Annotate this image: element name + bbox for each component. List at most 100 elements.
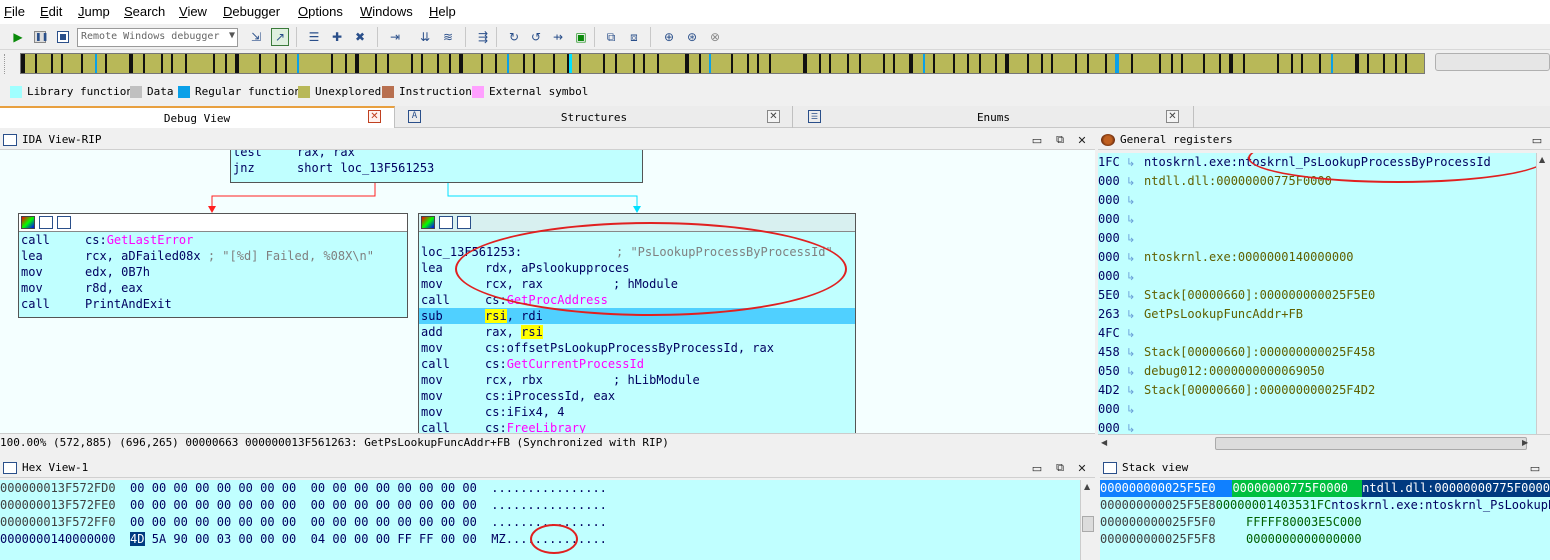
asm-function-ref[interactable]: GetCurrentProcessId bbox=[507, 357, 644, 371]
register-target[interactable]: Stack[00000660]:000000000025F4D2 bbox=[1144, 381, 1375, 400]
hex-view[interactable]: 000000013F572FD0 00 00 00 00 00 00 00 00… bbox=[0, 480, 1080, 560]
show-registers-icon[interactable]: ⧉ bbox=[602, 28, 620, 46]
hex-scrollbar[interactable]: ▲ bbox=[1080, 480, 1095, 560]
breakpoint-list-icon[interactable]: ☰ bbox=[305, 28, 323, 46]
ida-graph-view[interactable]: test rax, rax jnz short loc_13F561253 call… bbox=[0, 150, 1095, 433]
nav-scroll-track[interactable] bbox=[1435, 53, 1550, 71]
register-row[interactable]: 4D2 ↳ Stack[00000660]:000000000025F4D2 bbox=[1098, 381, 1536, 400]
minimize-icon[interactable]: ▭ bbox=[1528, 461, 1542, 475]
instruction-trace-icon[interactable]: ↺ bbox=[527, 28, 545, 46]
asm-line[interactable]: jnz short loc_13F561253 bbox=[231, 160, 642, 176]
follow-arrow-icon[interactable]: ↳ bbox=[1126, 305, 1144, 324]
follow-arrow-icon[interactable]: ↳ bbox=[1126, 153, 1144, 172]
stack-row[interactable]: 000000000025F5E0 00000000775F0000 ntdll.dl… bbox=[1100, 480, 1550, 497]
edit-node-icon[interactable] bbox=[39, 216, 53, 229]
asm-line[interactable]: mov edx, 0B7h bbox=[19, 264, 407, 280]
register-row[interactable]: 000 ↳ bbox=[1098, 191, 1536, 210]
close-icon[interactable]: ✕ bbox=[767, 110, 780, 123]
step-over-icon[interactable]: ⇊ bbox=[416, 28, 434, 46]
show-stack-icon[interactable]: ⧈ bbox=[625, 28, 643, 46]
minimize-icon[interactable]: ▭ bbox=[1530, 133, 1544, 147]
stack-view[interactable]: 000000000025F5E0 00000000775F0000 ntdll.dl… bbox=[1100, 480, 1550, 560]
menu-help[interactable]: Help bbox=[429, 4, 456, 19]
asm-line[interactable]: mov cs:iProcessId, eax bbox=[419, 388, 855, 404]
scroll-up-icon[interactable]: ▲ bbox=[1084, 482, 1090, 491]
restore-icon[interactable]: ⧉ bbox=[1053, 133, 1067, 147]
debugger-select[interactable]: Remote Windows debugger ▼ bbox=[77, 28, 238, 47]
asm-line[interactable]: mov cs:iFix4, 4 bbox=[419, 404, 855, 420]
follow-arrow-icon[interactable]: ↳ bbox=[1126, 362, 1144, 381]
nav-band-handle[interactable] bbox=[4, 54, 16, 74]
asm-function-ref[interactable]: GetLastError bbox=[107, 233, 194, 247]
run-until-return-icon[interactable]: ≋ bbox=[439, 28, 457, 46]
follow-arrow-icon[interactable]: ↳ bbox=[1126, 210, 1144, 229]
edit-watch-icon[interactable]: ⊛ bbox=[683, 28, 701, 46]
scroll-up-icon[interactable]: ▲ bbox=[1539, 155, 1545, 164]
menu-windows[interactable]: Windows bbox=[360, 4, 413, 19]
asm-line[interactable]: mov rcx, rbx ; hLibModule bbox=[419, 372, 855, 388]
register-row[interactable]: 000 ↳ ntoskrnl.exe:0000000140000000 bbox=[1098, 248, 1536, 267]
minimize-icon[interactable]: ▭ bbox=[1030, 133, 1044, 147]
function-trace-icon[interactable]: ⇸ bbox=[549, 28, 567, 46]
menu-view[interactable]: View bbox=[179, 4, 207, 19]
register-row[interactable]: 000 ↳ bbox=[1098, 210, 1536, 229]
edit-node-icon[interactable] bbox=[439, 216, 453, 229]
graph-node-left[interactable]: call cs:GetLastError lea rcx, aDFailed08x … bbox=[18, 213, 408, 318]
color-picker-icon[interactable] bbox=[421, 216, 435, 229]
register-row[interactable]: 000 ↳ bbox=[1098, 267, 1536, 286]
asm-line[interactable]: call cs:GetLastError bbox=[19, 232, 407, 248]
tab-structures[interactable]: A Structures bbox=[396, 106, 793, 128]
trace-icon[interactable]: ↻ bbox=[505, 28, 523, 46]
color-picker-icon[interactable] bbox=[21, 216, 35, 229]
register-target[interactable]: debug012:0000000000069050 bbox=[1144, 362, 1325, 381]
tab-debug-view[interactable]: Debug View bbox=[0, 106, 395, 128]
graph-overview-icon[interactable] bbox=[57, 216, 71, 229]
asm-line[interactable]: lea rcx, aDFailed08x ; "[%d] Failed, %08X… bbox=[19, 248, 407, 264]
basic-block-trace-icon[interactable]: ▣ bbox=[572, 28, 590, 46]
register-row[interactable]: 000 ↳ bbox=[1098, 400, 1536, 419]
hex-cursor-byte[interactable]: 4D bbox=[130, 532, 145, 546]
run-to-cursor-icon[interactable]: ⇶ bbox=[474, 28, 492, 46]
menu-options[interactable]: Options bbox=[298, 4, 343, 19]
add-watch-icon[interactable]: ⊕ bbox=[660, 28, 678, 46]
stack-row[interactable]: 000000000025F5F8 0000000000000000 bbox=[1100, 531, 1550, 548]
asm-line[interactable]: mov cs:offsetPsLookupProcessByProcessId, … bbox=[419, 340, 855, 356]
graph-node-top[interactable]: test rax, rax jnz short loc_13F561253 bbox=[230, 150, 643, 183]
add-breakpoint-icon[interactable]: ✚ bbox=[328, 28, 346, 46]
register-row[interactable]: 458 ↳ Stack[00000660]:000000000025F458 bbox=[1098, 343, 1536, 362]
menu-search[interactable]: Search bbox=[124, 4, 165, 19]
register-target[interactable]: ntoskrnl.exe:0000000140000000 bbox=[1144, 248, 1354, 267]
asm-line[interactable]: call PrintAndExit bbox=[19, 296, 407, 312]
asm-line[interactable]: mov r8d, eax bbox=[19, 280, 407, 296]
follow-arrow-icon[interactable]: ↳ bbox=[1126, 381, 1144, 400]
scroll-right-icon[interactable]: ▶ bbox=[1522, 438, 1528, 447]
scroll-left-icon[interactable]: ◀ bbox=[1101, 438, 1107, 447]
detach-icon[interactable]: ↗ bbox=[271, 28, 289, 46]
tab-enums[interactable]: ☰ Enums bbox=[794, 106, 1194, 128]
navigation-strip[interactable] bbox=[20, 53, 1425, 74]
stack-row[interactable]: 000000000025F5E8 00000001403531FC ntoskrnl… bbox=[1100, 497, 1550, 514]
menu-edit[interactable]: Edit bbox=[40, 4, 62, 19]
scroll-thumb[interactable] bbox=[1215, 437, 1527, 450]
asm-function-ref[interactable]: FreeLibrary bbox=[507, 421, 586, 433]
general-registers-view[interactable]: 1FC ↳ ntoskrnl.exe:ntoskrnl_PsLookupProces… bbox=[1098, 153, 1536, 434]
follow-arrow-icon[interactable]: ↳ bbox=[1126, 343, 1144, 362]
menu-file[interactable]: File bbox=[4, 4, 25, 19]
play-icon[interactable]: ▶ bbox=[9, 28, 27, 46]
scroll-thumb[interactable] bbox=[1082, 516, 1094, 532]
delete-watch-icon[interactable]: ⊗ bbox=[706, 28, 724, 46]
restore-icon[interactable]: ⧉ bbox=[1053, 461, 1067, 475]
registers-hscrollbar[interactable]: ◀ ▶ bbox=[1098, 434, 1550, 452]
asm-line[interactable]: call cs:FreeLibrary bbox=[419, 420, 855, 433]
registers-scrollbar[interactable]: ▲ bbox=[1536, 153, 1550, 434]
close-icon[interactable]: ✕ bbox=[1075, 133, 1089, 147]
close-icon[interactable]: ✕ bbox=[1166, 110, 1179, 123]
delete-breakpoint-icon[interactable]: ✖ bbox=[351, 28, 369, 46]
register-row[interactable]: 4FC ↳ bbox=[1098, 324, 1536, 343]
follow-arrow-icon[interactable]: ↳ bbox=[1126, 229, 1144, 248]
register-target[interactable]: GetPsLookupFuncAddr+FB bbox=[1144, 305, 1303, 324]
close-icon[interactable]: ✕ bbox=[1075, 461, 1089, 475]
register-row[interactable]: 5E0 ↳ Stack[00000660]:000000000025F5E0 bbox=[1098, 286, 1536, 305]
graph-overview-icon[interactable] bbox=[457, 216, 471, 229]
minimize-icon[interactable]: ▭ bbox=[1030, 461, 1044, 475]
